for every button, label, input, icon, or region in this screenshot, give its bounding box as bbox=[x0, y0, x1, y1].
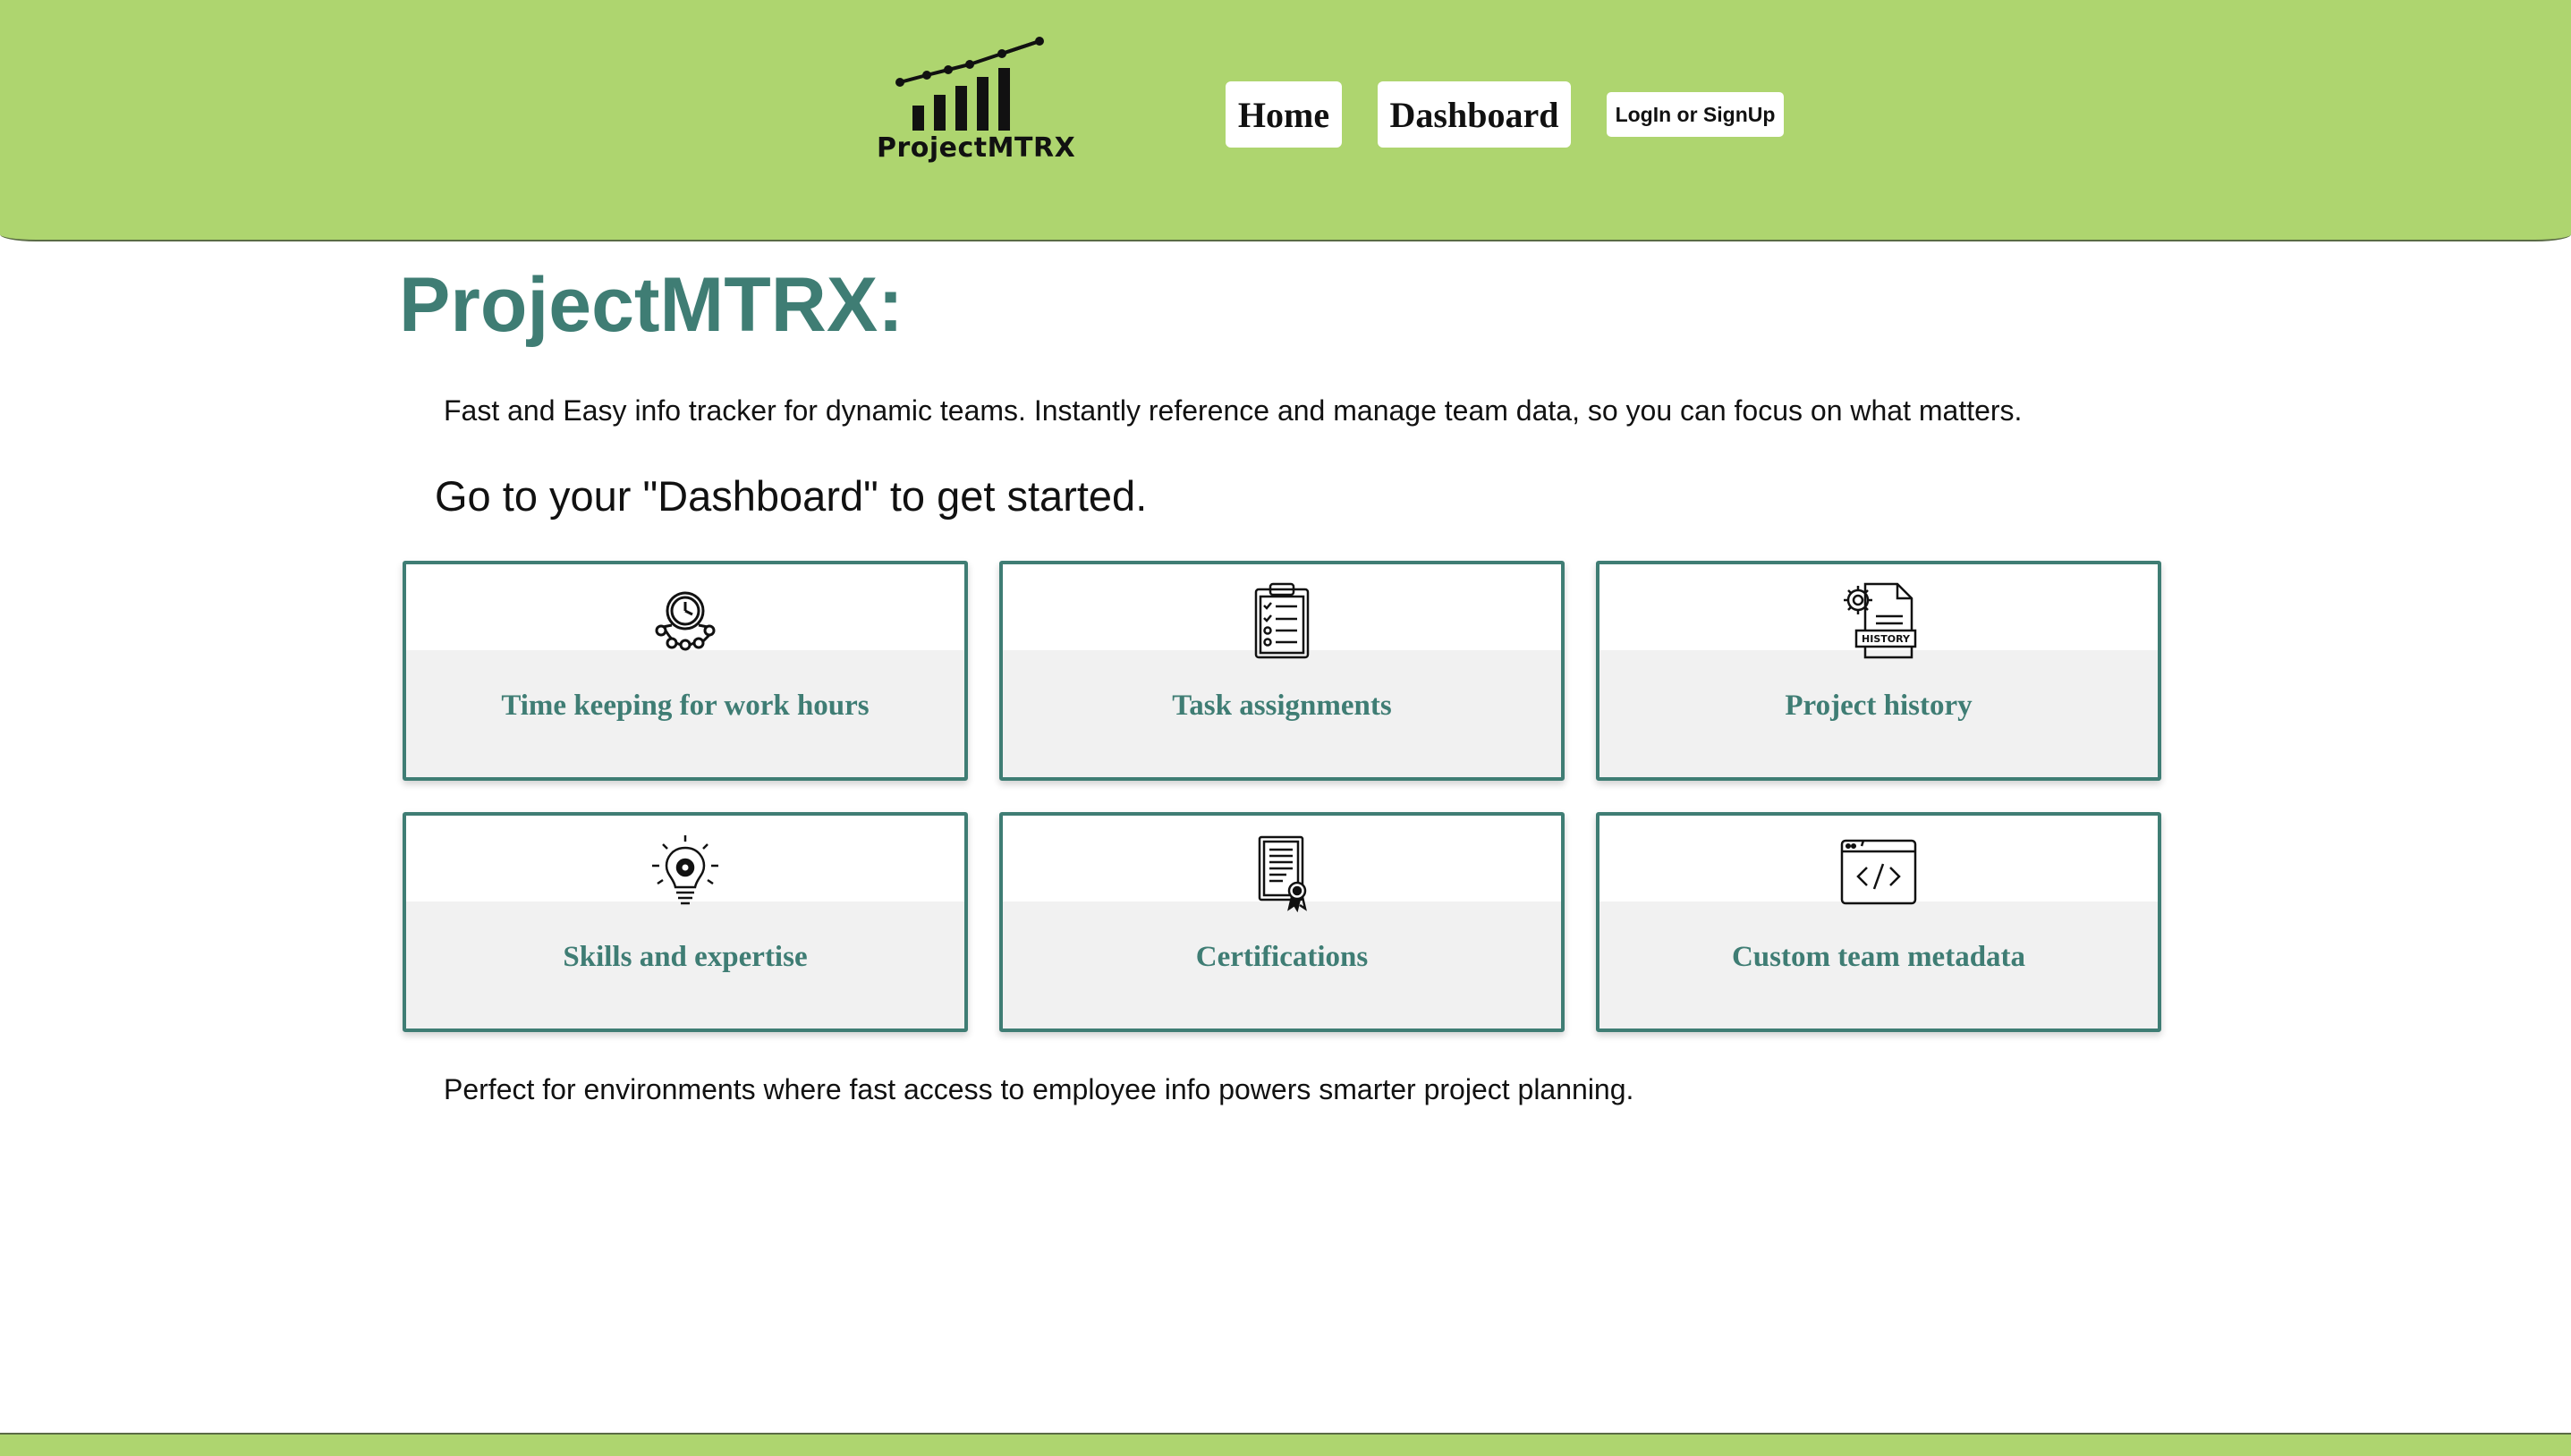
logo-text: ProjectMTRX bbox=[877, 132, 1076, 164]
code-window-icon bbox=[1838, 832, 1919, 912]
site-footer bbox=[0, 1433, 2571, 1456]
feature-card-label: Custom team metadata bbox=[1731, 941, 2026, 973]
outro-text: Perfect for environments where fast acce… bbox=[444, 1073, 1634, 1105]
logo[interactable]: ProjectMTRX bbox=[877, 32, 1076, 175]
login-signup-button[interactable]: LogIn or SignUp bbox=[1607, 92, 1784, 137]
feature-card-task-assignments[interactable]: Task assignments bbox=[999, 561, 1565, 781]
feature-card-certifications[interactable]: Certifications bbox=[999, 812, 1565, 1032]
document-history-icon: HISTORY bbox=[1838, 580, 1919, 661]
page-title: ProjectMTRX: bbox=[399, 262, 904, 348]
feature-card-label: Time keeping for work hours bbox=[501, 690, 870, 722]
clipboard-checklist-icon bbox=[1242, 580, 1322, 661]
feature-card-label: Project history bbox=[1785, 690, 1973, 722]
clock-network-icon bbox=[645, 580, 725, 661]
feature-card-custom-metadata[interactable]: Custom team metadata bbox=[1596, 812, 2161, 1032]
feature-card-label: Certifications bbox=[1195, 941, 1369, 973]
svg-text:HISTORY: HISTORY bbox=[1862, 633, 1911, 645]
intro-text: Fast and Easy info tracker for dynamic t… bbox=[444, 394, 2023, 427]
feature-card-time-keeping[interactable]: Time keeping for work hours bbox=[403, 561, 968, 781]
feature-card-project-history[interactable]: HISTORY Project history bbox=[1596, 561, 2161, 781]
nav-home-button[interactable]: Home bbox=[1226, 81, 1342, 148]
nav-dashboard-button[interactable]: Dashboard bbox=[1378, 81, 1571, 148]
bar-chart-trend-icon bbox=[895, 37, 1044, 131]
site-header: ProjectMTRX Home Dashboard LogIn or Sign… bbox=[0, 0, 2571, 241]
feature-card-label: Skills and expertise bbox=[563, 941, 808, 973]
feature-card-label: Task assignments bbox=[1172, 690, 1392, 722]
feature-card-skills[interactable]: Skills and expertise bbox=[403, 812, 968, 1032]
cta-heading: Go to your "Dashboard" to get started. bbox=[435, 472, 1148, 520]
certificate-icon bbox=[1242, 832, 1322, 912]
lightbulb-gear-icon bbox=[645, 832, 725, 912]
